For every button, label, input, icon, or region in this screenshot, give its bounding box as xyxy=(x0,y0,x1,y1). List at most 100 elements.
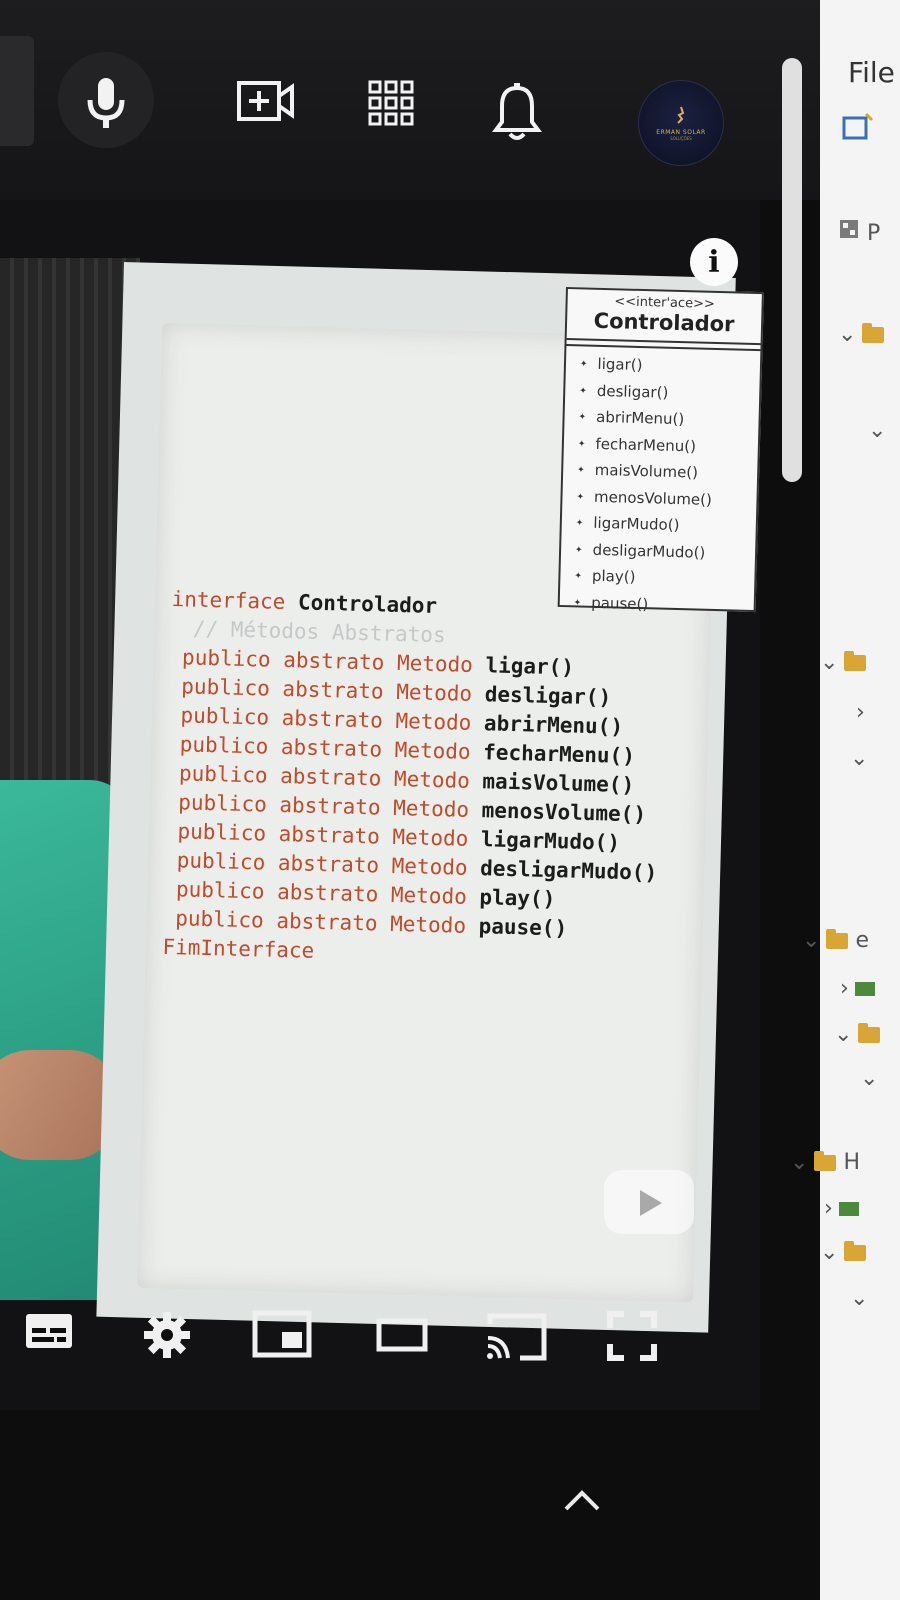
code-modifier: publico xyxy=(179,732,269,759)
folder-icon xyxy=(844,651,867,671)
create-video-button[interactable] xyxy=(236,78,296,128)
library-icon xyxy=(854,982,875,996)
notifications-button[interactable] xyxy=(492,82,542,146)
uml-method: play() xyxy=(574,564,755,595)
new-file-icon xyxy=(842,112,874,140)
chevron-right-icon: › xyxy=(856,700,865,725)
uml-method: maisVolume() xyxy=(577,458,758,489)
code-keyword: interface xyxy=(171,586,286,614)
tree-node-child[interactable]: ⌄ xyxy=(850,746,868,771)
avatar-brand-subtext: SOLUÇÕES xyxy=(670,136,692,141)
fullscreen-button[interactable] xyxy=(606,1310,658,1366)
code-interface-name: Controlador xyxy=(297,590,438,618)
tree-node-src[interactable]: ⌄ xyxy=(834,1022,881,1047)
code-method-name: desligar() xyxy=(484,682,612,710)
folder-icon xyxy=(858,1023,881,1043)
code-modifier: publico xyxy=(178,761,268,788)
code-method-name: ligar() xyxy=(485,653,575,680)
chevron-down-icon: ⌄ xyxy=(838,322,857,347)
code-modifier: Metodo xyxy=(393,766,471,793)
code-modifier: Metodo xyxy=(395,679,473,706)
account-avatar[interactable]: ERMAN SOLAR SOLUÇÕES xyxy=(638,80,724,166)
scroll-up-button[interactable] xyxy=(562,1478,602,1522)
brand-logo-icon xyxy=(677,106,685,124)
bell-icon xyxy=(492,83,542,140)
code-modifier: Metodo xyxy=(396,650,474,677)
code-modifier: Metodo xyxy=(394,737,471,764)
package-explorer-tab-label: P xyxy=(867,221,881,246)
tree-node-label: e xyxy=(855,928,869,953)
theater-mode-button[interactable] xyxy=(376,1318,428,1356)
voice-search-button[interactable] xyxy=(58,52,154,148)
chevron-down-icon: ⌄ xyxy=(790,1150,809,1175)
cast-button[interactable] xyxy=(484,1310,550,1368)
code-modifier: abstrato xyxy=(282,676,384,704)
apps-grid-icon xyxy=(368,80,414,126)
code-method-name: maisVolume() xyxy=(482,769,635,798)
miniplayer-button[interactable] xyxy=(252,1310,312,1362)
miniplayer-icon xyxy=(252,1310,312,1358)
search-box[interactable] xyxy=(0,36,34,146)
info-button[interactable]: i xyxy=(690,238,738,286)
code-modifier: abstrato xyxy=(282,647,385,675)
code-modifier: Metodo xyxy=(392,824,469,851)
screen: ERMAN SOLAR SOLUÇÕES i <<inter'ace>> Con… xyxy=(0,0,900,1600)
code-modifier: Metodo xyxy=(391,853,468,880)
folder-icon xyxy=(826,929,849,949)
theater-mode-icon xyxy=(376,1318,428,1352)
code-modifier: abstrato xyxy=(279,763,382,791)
tree-node-project[interactable]: ⌄ xyxy=(838,322,885,347)
folder-icon xyxy=(862,323,885,343)
tree-node-src[interactable]: ⌄ xyxy=(820,1240,867,1265)
chevron-down-icon: ⌄ xyxy=(868,418,887,443)
folder-icon xyxy=(844,1241,867,1261)
code-modifier: abstrato xyxy=(276,908,378,936)
code-modifier: abstrato xyxy=(279,792,381,820)
cast-icon xyxy=(487,1313,547,1361)
code-modifier: Metodo xyxy=(389,911,467,938)
chevron-down-icon: ⌄ xyxy=(802,928,821,953)
code-modifier: abstrato xyxy=(278,821,381,849)
tree-node-label: H xyxy=(843,1150,860,1175)
new-file-toolbar-button[interactable] xyxy=(842,112,876,148)
tree-node-project-h[interactable]: ⌄ H xyxy=(790,1150,860,1175)
subtitles-button[interactable] xyxy=(24,1310,74,1356)
code-modifier: publico xyxy=(175,877,265,904)
file-menu[interactable]: File xyxy=(848,56,895,89)
chevron-right-icon: › xyxy=(840,976,849,1001)
chevron-right-icon: › xyxy=(824,1196,833,1221)
chevron-down-icon: ⌄ xyxy=(820,650,839,675)
code-modifier: Metodo xyxy=(395,708,472,735)
code-modifier: abstrato xyxy=(280,734,383,762)
uml-interface-box: <<inter'ace>> Controlador ligar() deslig… xyxy=(557,287,764,613)
code-modifier: publico xyxy=(174,906,265,933)
apps-button[interactable] xyxy=(368,80,414,130)
microphone-icon xyxy=(87,78,125,128)
tree-node-child[interactable]: ⌄ xyxy=(860,1066,878,1091)
avatar-brand-text: ERMAN SOLAR xyxy=(656,129,706,136)
tree-node-project-e[interactable]: ⌄ e xyxy=(802,928,869,953)
uml-method: ligarMudo() xyxy=(575,511,756,542)
code-modifier: publico xyxy=(176,848,266,875)
gear-icon xyxy=(144,1312,190,1358)
info-icon: i xyxy=(708,244,720,280)
page-scrollbar[interactable] xyxy=(782,58,802,482)
code-modifier: abstrato xyxy=(281,705,384,733)
package-explorer-tab[interactable]: P xyxy=(838,218,880,246)
tree-node-child[interactable]: ⌄ xyxy=(868,418,886,443)
settings-button[interactable] xyxy=(142,1310,192,1364)
code-modifier: publico xyxy=(177,819,267,846)
code-method-name: fecharMenu() xyxy=(482,740,636,769)
code-modifier: Metodo xyxy=(390,882,468,909)
tree-node-package[interactable]: ⌄ xyxy=(820,650,867,675)
tree-node-child[interactable]: ⌄ xyxy=(850,1286,868,1311)
code-method-name: abrirMenu() xyxy=(483,711,624,739)
tree-node-collapsed[interactable]: › xyxy=(856,700,865,725)
tree-node-collapsed[interactable]: › xyxy=(824,1196,859,1221)
code-method-name: menosVolume() xyxy=(481,798,647,827)
tree-node-collapsed[interactable]: › xyxy=(840,976,875,1001)
chevron-down-icon: ⌄ xyxy=(834,1022,853,1047)
top-bar: ERMAN SOLAR SOLUÇÕES xyxy=(0,0,820,200)
code-method-name: ligarMudo() xyxy=(480,827,621,855)
create-video-icon xyxy=(237,81,294,121)
